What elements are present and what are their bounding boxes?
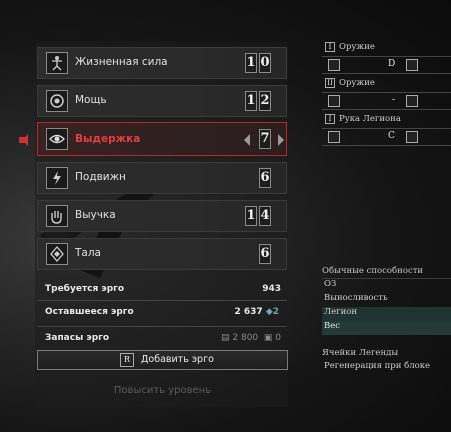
- stat-digit: 2: [259, 91, 271, 111]
- stat-digit: 4: [259, 206, 271, 226]
- ergo-stock-label: Запасы эрго: [45, 333, 110, 343]
- ergo-box-icon: ▣: [263, 333, 273, 343]
- required-ergo-label: Требуется эрго: [45, 284, 125, 294]
- ergo-gem-icon: ◆: [265, 307, 273, 317]
- stat-digit: 1: [245, 91, 257, 111]
- ability-item: Выносливость: [324, 293, 388, 303]
- ergo-stock-values: ▤ 2 800 ▣ 0: [221, 333, 281, 343]
- stat-row-agility[interactable]: Подвижн 6: [37, 162, 287, 194]
- add-ergo-button[interactable]: R Добавить эрго: [37, 350, 288, 370]
- stat-row-talent[interactable]: Тала 6: [37, 238, 287, 270]
- stat-label: Тала: [75, 247, 101, 259]
- legion-slot-item: Регенерация при блоке: [324, 361, 431, 371]
- divider: [37, 326, 287, 327]
- weapon-slot-roman: I: [325, 42, 335, 52]
- ability-item: Легион: [322, 307, 451, 321]
- weapon-row[interactable]: C: [322, 128, 451, 146]
- add-ergo-label: Добавить эрго: [141, 354, 214, 365]
- ergo-stock-row: Запасы эрго ▤ 2 800 ▣ 0: [37, 330, 287, 350]
- level-up-button[interactable]: Повысить уровень: [37, 385, 288, 396]
- scaling-icon: [406, 59, 418, 71]
- stat-digit: 0: [259, 53, 271, 73]
- decrease-arrow-icon[interactable]: [244, 134, 250, 146]
- selection-marker-icon: [19, 134, 28, 146]
- weapon-title: Оружие: [339, 78, 375, 88]
- ability-item: Вес: [322, 321, 451, 335]
- vitruvian-icon: [46, 52, 68, 74]
- stat-label: Мощь: [75, 94, 107, 106]
- stat-row-endurance[interactable]: Выдержка 7: [37, 122, 287, 156]
- r-key-icon: R: [120, 353, 134, 367]
- eye-icon: [46, 128, 68, 150]
- stat-row-might[interactable]: Мощь 1 2: [37, 85, 287, 117]
- stat-digit: 6: [259, 168, 271, 188]
- stat-label: Выучка: [75, 209, 116, 221]
- ergo-pile-icon: ▤: [220, 333, 230, 343]
- remaining-ergo-value: 2 637 ◆2: [234, 307, 279, 317]
- required-ergo-row: Требуется эрго 943: [37, 281, 287, 301]
- weapon-title: Рука Легиона: [339, 114, 401, 124]
- stat-label: Подвижн: [75, 171, 126, 183]
- stat-label: Жизненная сила: [75, 56, 168, 68]
- ability-item: ОЗ: [324, 279, 337, 289]
- abilities-header: Обычные способности: [322, 266, 424, 276]
- gem-icon: [46, 243, 68, 265]
- stat-label: Выдержка: [75, 133, 141, 145]
- lightning-icon: [328, 59, 340, 71]
- required-ergo-value: 943: [262, 284, 281, 294]
- ergo-stock-value1: 2 800: [232, 333, 259, 343]
- weapon-slot-roman: I: [325, 114, 335, 124]
- divider: [37, 300, 287, 301]
- weapon-grade: D: [388, 59, 396, 69]
- ergo-stock-value2: 0: [275, 333, 281, 343]
- remaining-ergo-badge: 2: [272, 307, 279, 317]
- stat-digit: 1: [245, 53, 257, 73]
- legion-slots-header: Ячейки Легенды: [322, 348, 399, 358]
- weapon-row[interactable]: D: [322, 56, 451, 74]
- lightning-icon: [328, 95, 340, 107]
- weapon-title: Оружие: [339, 42, 375, 52]
- stat-row-skill[interactable]: Выучка 1 4: [37, 200, 287, 232]
- weapon-grade: -: [392, 95, 396, 105]
- stat-digit: 7: [259, 129, 271, 149]
- stat-digit: 6: [259, 244, 271, 264]
- stat-digit: 1: [245, 206, 257, 226]
- weapon-row[interactable]: -: [322, 92, 451, 110]
- target-icon: [46, 90, 68, 112]
- stat-row-vitality[interactable]: Жизненная сила 1 0: [37, 47, 287, 79]
- increase-arrow-icon[interactable]: [278, 134, 284, 146]
- remaining-ergo-row: Оставшееся эрго 2 637 ◆2: [37, 304, 287, 324]
- weapon-grade: C: [388, 131, 395, 141]
- weapon-slot-roman: II: [325, 78, 335, 88]
- scaling-icon: [406, 95, 418, 107]
- lightning-icon: [328, 131, 340, 143]
- scaling-icon: [406, 131, 418, 143]
- remaining-ergo-label: Оставшееся эрго: [45, 307, 134, 317]
- remaining-ergo-amount: 2 637: [234, 307, 263, 317]
- hand-icon: [46, 205, 68, 227]
- lightning-icon: [46, 167, 68, 189]
